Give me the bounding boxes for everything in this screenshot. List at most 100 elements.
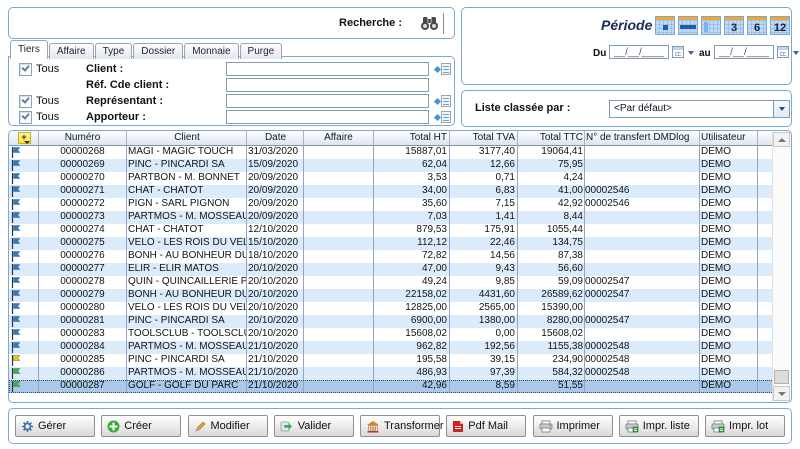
sort-selected-value: <Par défaut> <box>610 101 789 117</box>
blue-flag-icon <box>11 264 21 275</box>
period-day-button[interactable] <box>655 16 675 35</box>
table-row[interactable]: 00000285PINC - PINCARDI SA21/10/2020195,… <box>9 354 774 367</box>
col-affaire[interactable]: Affaire <box>304 131 374 146</box>
representant-picker-icon[interactable] <box>435 95 452 108</box>
table-row[interactable]: 00000277ELIR - ELIR MATOS20/10/202047,00… <box>9 263 774 276</box>
table-row[interactable]: 00000275VELO - LES ROIS DU VELO15/10/202… <box>9 237 774 250</box>
table-row[interactable]: 00000274CHAT - CHATOT12/10/2020879,53175… <box>9 224 774 237</box>
period-12-months-button[interactable]: 12 <box>770 16 790 35</box>
blue-flag-icon <box>11 160 21 171</box>
sort-label: Liste classée par : <box>475 102 570 114</box>
calendar-from-dropdown-icon[interactable] <box>688 51 694 55</box>
scroll-up-button[interactable] <box>773 132 790 147</box>
tous-client-checkbox[interactable] <box>19 63 32 76</box>
table-row[interactable]: 00000278QUIN - QUINCAILLERIE PL20/10/202… <box>9 276 774 289</box>
impr-lot-button[interactable]: Impr. lot <box>705 415 785 437</box>
tab-purge[interactable]: Purge <box>240 43 283 59</box>
table-row[interactable]: 00000270PARTBON - M. BONNET20/09/20203,5… <box>9 172 774 185</box>
blue-flag-icon <box>11 329 21 340</box>
printer-list-icon <box>625 420 639 433</box>
client-label: Client : <box>86 63 123 75</box>
date-to-input[interactable]: __/__/____ <box>714 45 774 59</box>
impr-liste-button[interactable]: Impr. liste <box>619 415 699 437</box>
vertical-scrollbar[interactable] <box>772 132 790 401</box>
period-3-months-button[interactable]: 3 <box>724 16 744 35</box>
du-label: Du <box>593 48 606 59</box>
blue-flag-icon <box>11 303 21 314</box>
valider-button[interactable]: Valider <box>274 415 354 437</box>
add-column-icon[interactable]: + <box>18 132 31 144</box>
scroll-down-button[interactable] <box>773 386 790 401</box>
tous-apporteur-checkbox[interactable] <box>19 111 32 124</box>
apporteur-picker-icon[interactable] <box>435 111 452 124</box>
table-row[interactable]: 00000283TOOLSCLUB - TOOLSCLUB20/10/20201… <box>9 328 774 341</box>
table-row[interactable]: 00000271CHAT - CHATOT20/09/202034,006,83… <box>9 185 774 198</box>
table-row[interactable]: 00000272PIGN - SARL PIGNON20/09/202035,6… <box>9 198 774 211</box>
table-row[interactable]: 00000268MAGI - MAGIC TOUCH31/03/20201588… <box>9 146 774 159</box>
col-total-tva[interactable]: Total TVA <box>450 131 518 146</box>
tab-type[interactable]: Type <box>95 43 133 59</box>
col-transfert[interactable]: N° de transfert DMDlog <box>585 131 700 146</box>
row-flag-cell <box>9 341 39 354</box>
client-picker-icon[interactable] <box>435 63 452 76</box>
table-row[interactable]: 00000269PINC - PINCARDI SA15/09/202062,0… <box>9 159 774 172</box>
tab-affaire[interactable]: Affaire <box>49 43 94 59</box>
periode-panel: Période 3 6 12 Du __/__/____ au __/__/__… <box>461 7 792 85</box>
ref-cde-client-input[interactable] <box>226 78 429 92</box>
row-flag-cell <box>9 315 39 328</box>
tous-representant-checkbox[interactable] <box>19 95 32 108</box>
period-6-months-button[interactable]: 6 <box>747 16 767 35</box>
apporteur-input[interactable] <box>226 110 429 124</box>
creer-button[interactable]: Créer <box>101 415 181 437</box>
table-row[interactable]: 00000279BONH - AU BONHEUR DU B20/10/2020… <box>9 289 774 302</box>
pdf-icon <box>452 420 464 433</box>
blue-flag-icon <box>11 251 21 262</box>
table-row[interactable]: 00000281PINC - PINCARDI SA20/10/20206900… <box>9 315 774 328</box>
add-column-header[interactable]: + <box>9 131 39 146</box>
col-client[interactable]: Client <box>127 131 247 146</box>
chevron-down-icon[interactable] <box>773 101 789 117</box>
calendar-to-icon[interactable] <box>777 46 789 58</box>
binoculars-icon[interactable] <box>415 13 444 34</box>
row-flag-cell <box>9 146 39 159</box>
table-row[interactable]: 00000284PARTMOS - M. MOSSEAU ET21/10/202… <box>9 341 774 354</box>
blue-flag-icon <box>11 147 21 158</box>
imprimer-button[interactable]: Imprimer <box>533 415 613 437</box>
action-bar: Gérer Créer Modifier Valider Transformer… <box>8 408 792 444</box>
blue-flag-icon <box>11 316 21 327</box>
scrollbar-thumb[interactable] <box>774 370 789 384</box>
row-flag-cell <box>9 250 39 263</box>
col-date[interactable]: Date <box>247 131 304 146</box>
transformer-button[interactable]: Transformer <box>360 415 440 437</box>
col-total-ht[interactable]: Total HT <box>374 131 450 146</box>
row-flag-cell <box>9 185 39 198</box>
col-total-ttc[interactable]: Total TTC <box>518 131 585 146</box>
blue-flag-icon <box>11 342 21 353</box>
tab-dossier[interactable]: Dossier <box>133 43 183 59</box>
representant-input[interactable] <box>226 94 429 108</box>
client-input[interactable] <box>226 62 429 76</box>
date-from-input[interactable]: __/__/____ <box>609 45 669 59</box>
table-row[interactable]: 00000280VELO - LES ROIS DU VELO20/10/202… <box>9 302 774 315</box>
modifier-button[interactable]: Modifier <box>188 415 268 437</box>
tous-client-label: Tous <box>36 63 59 75</box>
table-row[interactable]: 00000273PARTMOS - M. MOSSEAU ET20/09/202… <box>9 211 774 224</box>
calendar-to-dropdown-icon[interactable] <box>793 51 799 55</box>
period-week-button[interactable] <box>678 16 698 35</box>
blue-flag-icon <box>11 212 21 223</box>
period-month-button[interactable] <box>701 16 721 35</box>
gerer-button[interactable]: Gérer <box>15 415 95 437</box>
pdf-mail-button[interactable]: Pdf Mail <box>446 415 526 437</box>
table-row[interactable]: 00000286PARTMOS - M. MOSSEAU ET21/10/202… <box>9 367 774 380</box>
pencil-icon <box>194 420 207 433</box>
table-row[interactable]: 00000287GOLF - GOLF DU PARC21/10/202042,… <box>9 380 774 393</box>
table-row[interactable]: 00000276BONH - AU BONHEUR DU B18/10/2020… <box>9 250 774 263</box>
blue-flag-icon <box>11 238 21 249</box>
col-utilisateur[interactable]: Utilisateur <box>700 131 758 146</box>
calendar-from-icon[interactable] <box>672 46 684 58</box>
col-numero[interactable]: Numéro <box>39 131 127 146</box>
tab-monnaie[interactable]: Monnaie <box>184 43 238 59</box>
tous-representant-label: Tous <box>36 95 59 107</box>
tab-tiers[interactable]: Tiers <box>10 40 48 59</box>
sort-select[interactable]: <Par défaut> <box>609 100 790 118</box>
